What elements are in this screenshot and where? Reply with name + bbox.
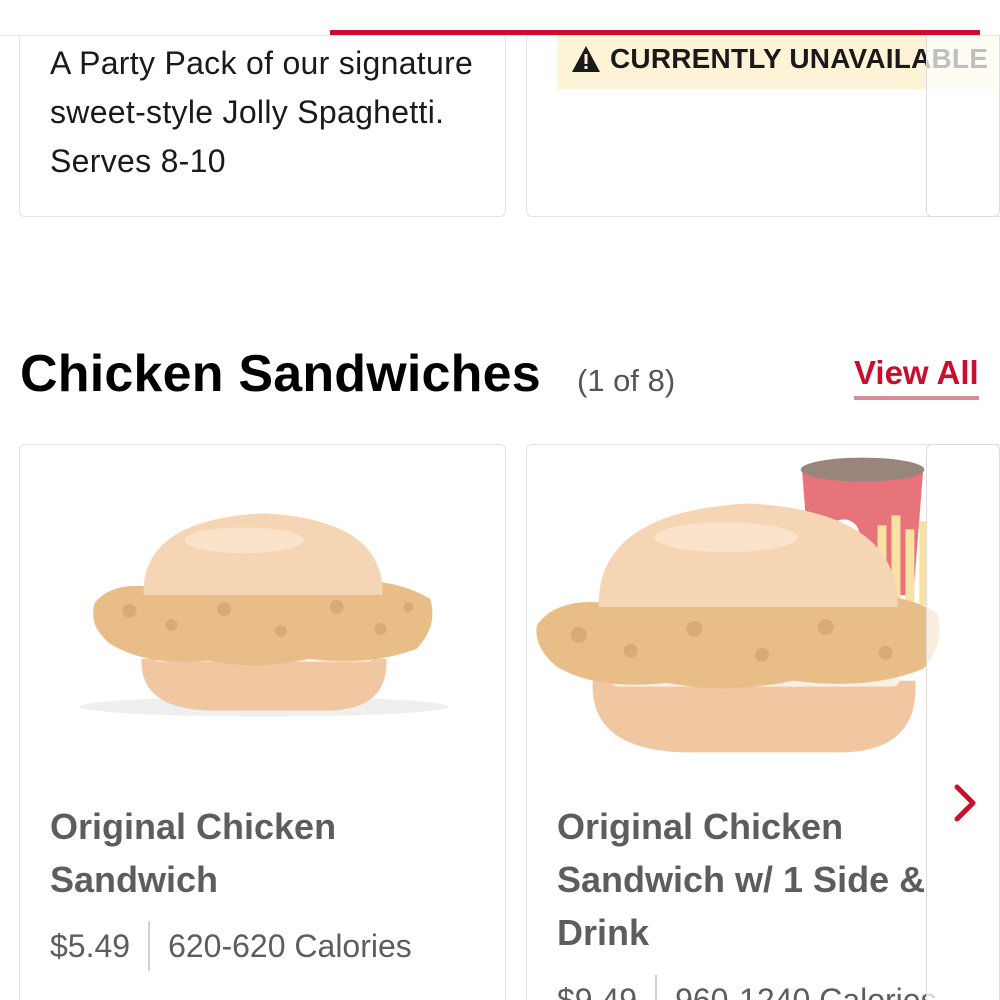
product-calories: 960-1240 Calories [675, 981, 937, 1000]
product-calories: 620-620 Calories [168, 927, 412, 964]
price-divider [655, 975, 658, 1000]
product-description: A Party Pack of our signature sweet-styl… [50, 45, 474, 179]
section-title: Chicken Sandwiches [20, 345, 541, 403]
product-price: $5.49 [50, 927, 131, 964]
price-row: $9.49 960-1240 Calories [557, 975, 937, 1000]
product-card-original-chicken-sandwich[interactable]: Original Chicken Sandwich $5.49 620-620 … [19, 444, 506, 1000]
product-price: $9.49 [557, 981, 638, 1000]
price-row: $5.49 620-620 Calories [50, 921, 412, 971]
section-item-count: (1 of 8) [577, 363, 676, 398]
view-all-link[interactable]: View All [854, 354, 979, 400]
top-bar [0, 0, 1000, 36]
price-divider [148, 921, 151, 971]
chevron-right-icon[interactable] [945, 783, 985, 823]
next-card-peek[interactable] [926, 444, 1000, 1000]
chicken-sandwich-image [79, 513, 449, 717]
warning-triangle-icon [572, 46, 600, 72]
product-name: Original Chicken Sandwich [50, 806, 337, 900]
scroll-progress-bar [330, 30, 980, 35]
menu-page: A Party Pack of our signature sweet-styl… [0, 0, 1000, 1000]
